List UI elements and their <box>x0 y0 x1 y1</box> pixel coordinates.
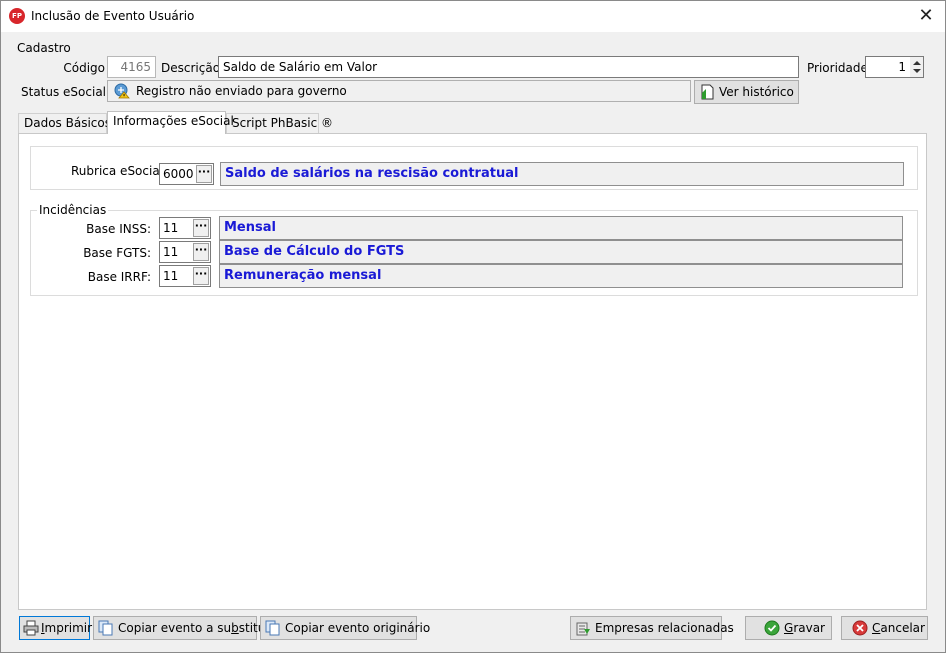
spin-down-icon[interactable] <box>913 69 921 73</box>
gravar-button[interactable]: Gravar <box>745 616 832 640</box>
base-fgts-description: Base de Cálculo do FGTS <box>219 240 903 264</box>
history-doc-icon <box>699 84 715 100</box>
cancelar-button[interactable]: Cancelar <box>841 616 928 640</box>
base-irrf-lookup-button[interactable]: ··· <box>193 267 209 285</box>
tab-dados-basicos[interactable]: Dados Básicos <box>18 113 111 134</box>
rubrica-code-field[interactable]: 6000 ··· <box>159 163 214 185</box>
check-icon <box>764 620 780 636</box>
base-irrf-code-value: 11 <box>163 269 179 283</box>
status-esocial-field: Registro não enviado para governo <box>107 80 691 102</box>
rubrica-code-value: 6000 <box>163 167 194 181</box>
status-esocial-label: Status eSocial <box>21 85 107 99</box>
rubrica-description: Saldo de salários na rescisão contratual <box>220 162 904 186</box>
copiar-evento-originario-button[interactable]: Copiar evento originário <box>260 616 430 640</box>
incidencias-box: Incidências Base INSS: 11 ··· Mensal Bas… <box>30 203 918 296</box>
cadastro-group-label: Cadastro <box>17 41 71 55</box>
imprimir-button[interactable]: Imprimir <box>19 616 92 640</box>
tab-informacoes-esocial[interactable]: Informações eSocial <box>107 111 234 134</box>
rubrica-box: Rubrica eSocial 6000 ··· Saldo de salári… <box>30 146 918 190</box>
base-inss-code-field[interactable]: 11 ··· <box>159 217 211 239</box>
app-logo-icon: FP <box>9 8 25 24</box>
prioridade-label: Prioridade <box>807 61 868 75</box>
cancelar-label-rest: ancelar <box>880 621 925 635</box>
close-icon[interactable]: ✕ <box>913 3 939 29</box>
tab-dados-basicos-label: Dados Básicos <box>24 116 111 130</box>
base-fgts-code-value: 11 <box>163 245 179 259</box>
base-inss-lookup-button[interactable]: ··· <box>193 219 209 237</box>
gravar-label: Gravar <box>784 621 825 635</box>
copiar-originario-label: Copiar evento originário <box>285 621 431 635</box>
tab-script-phbasic-label: Script PhBasic ® <box>232 116 334 130</box>
base-fgts-code-field[interactable]: 11 ··· <box>159 241 211 263</box>
base-irrf-description: Remuneração mensal <box>219 264 903 288</box>
status-warning-icon <box>114 83 130 99</box>
esocial-tab-panel: Rubrica eSocial 6000 ··· Saldo de salári… <box>18 133 927 610</box>
ver-historico-label: Ver histórico <box>719 85 794 99</box>
incidencias-label: Incidências <box>37 203 109 217</box>
spin-up-icon[interactable] <box>913 61 921 65</box>
copiar-substituir-label: Copiar evento a substituir <box>118 621 274 635</box>
gravar-mnemonic: G <box>784 621 794 635</box>
status-esocial-text: Registro não enviado para governo <box>136 84 347 98</box>
descricao-label: Descrição <box>161 61 221 75</box>
copiar-substituir-label-a: Copiar evento a su <box>118 621 232 635</box>
copiar-evento-substituir-button[interactable]: Copiar evento a substituir <box>93 616 274 640</box>
cancelar-label: Cancelar <box>872 621 925 635</box>
cancel-icon <box>852 620 868 636</box>
base-fgts-lookup-button[interactable]: ··· <box>193 243 209 261</box>
copy-icon <box>98 620 114 636</box>
base-inss-label: Base INSS: <box>86 222 151 236</box>
tab-script-phbasic[interactable]: Script PhBasic ® <box>226 113 333 134</box>
printer-icon <box>23 620 39 636</box>
copy-icon <box>265 620 281 636</box>
descricao-field[interactable]: Saldo de Salário em Valor <box>218 56 799 78</box>
tab-informacoes-esocial-label: Informações eSocial <box>113 114 234 128</box>
base-inss-code-value: 11 <box>163 221 179 235</box>
companies-icon <box>575 620 591 636</box>
copiar-substituir-mnemonic: b <box>231 621 239 635</box>
prioridade-field[interactable]: 1 <box>865 56 911 78</box>
ver-historico-button[interactable]: Ver histórico <box>694 80 799 104</box>
gravar-label-rest: ravar <box>793 621 825 635</box>
base-irrf-label: Base IRRF: <box>87 270 151 284</box>
base-fgts-label: Base FGTS: <box>83 246 151 260</box>
base-inss-description: Mensal <box>219 216 903 240</box>
codigo-field[interactable]: 4165 <box>107 56 156 78</box>
imprimir-label: Imprimir <box>41 621 92 635</box>
imprimir-label-rest: mprimir <box>44 621 93 635</box>
rubrica-esocial-label: Rubrica eSocial <box>71 164 164 178</box>
title-bar: FP Inclusão de Evento Usuário ✕ <box>1 1 945 32</box>
prioridade-spinner[interactable] <box>910 56 924 78</box>
rubrica-lookup-button[interactable]: ··· <box>196 165 212 183</box>
dialog-window: FP Inclusão de Evento Usuário ✕ Cadastro… <box>0 0 946 653</box>
empresas-relacionadas-button[interactable]: Empresas relacionadas <box>570 616 734 640</box>
empresas-relacionadas-label: Empresas relacionadas <box>595 621 734 635</box>
codigo-label: Código <box>63 61 105 75</box>
window-title: Inclusão de Evento Usuário <box>31 9 195 23</box>
base-irrf-code-field[interactable]: 11 ··· <box>159 265 211 287</box>
